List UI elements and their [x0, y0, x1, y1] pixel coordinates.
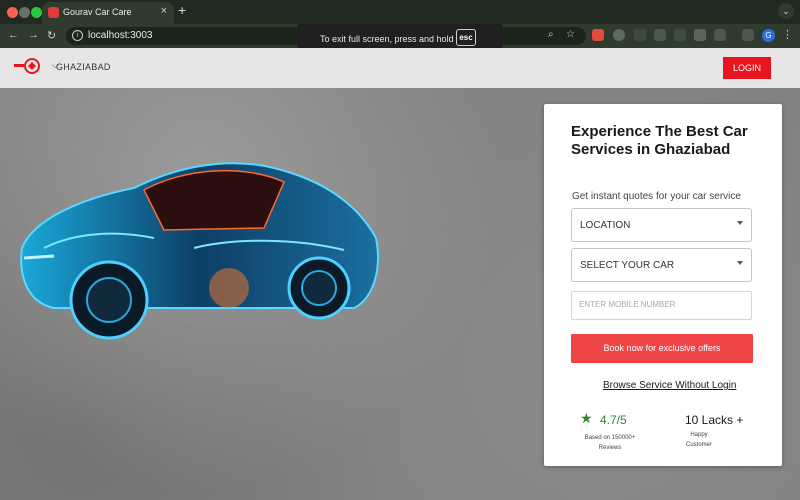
booking-title: Experience The Best Car Services in Ghaz… [571, 123, 748, 158]
browser-tab-bar: Gourav Car Care × + ⌄ [0, 0, 800, 24]
book-now-button[interactable]: Book now for exclusive offers [571, 334, 753, 363]
browse-without-login-link[interactable]: Browse Service Without Login [603, 380, 736, 391]
tab-search-button[interactable]: ⌄ [778, 3, 794, 19]
tab-title: Gourav Car Care [63, 7, 132, 17]
extension-icon[interactable] [634, 29, 646, 41]
close-window-button[interactable] [7, 7, 18, 18]
brand-logo-icon[interactable] [12, 56, 42, 76]
customers-caption: Happy Customer [685, 432, 712, 448]
url-text[interactable]: localhost:3003 [88, 30, 153, 41]
minimize-window-button[interactable] [19, 7, 30, 18]
car-select-label: SELECT YOUR CAR [580, 260, 675, 271]
browser-menu-icon[interactable]: ⋮ [782, 28, 793, 41]
esc-key-badge: esc [456, 29, 476, 46]
caret-down-icon [737, 221, 743, 225]
rating-caption: Based on 150000+ Reviews [584, 435, 636, 451]
puzzle-extensions-icon[interactable] [714, 29, 726, 41]
booking-subtitle: Get instant quotes for your car service [572, 191, 741, 202]
camera-extension-icon[interactable] [694, 29, 706, 41]
extension-icon[interactable] [654, 29, 666, 41]
location-select[interactable]: LOCATION [571, 208, 752, 242]
extension-icon[interactable] [592, 29, 604, 41]
caret-down-icon [737, 261, 743, 265]
site-header: ⌵ GHAZIABAD LOGIN [0, 48, 800, 88]
location-select-label: LOCATION [580, 220, 631, 231]
profile-avatar[interactable]: G [762, 29, 775, 42]
customers-count: 10 Lacks + [685, 413, 744, 427]
extension-icon[interactable] [613, 29, 625, 41]
forward-icon[interactable]: → [28, 29, 39, 41]
site-info-icon[interactable]: i [72, 30, 83, 41]
new-tab-button[interactable]: + [178, 2, 186, 18]
page: ⌵ GHAZIABAD LOGIN Experience The Best Ca… [0, 48, 800, 500]
car-select[interactable]: SELECT YOUR CAR [571, 248, 752, 282]
maximize-window-button[interactable] [31, 7, 42, 18]
site-favicon-icon [48, 7, 59, 18]
mobile-number-input[interactable] [579, 300, 744, 309]
hero-car-image [20, 162, 379, 340]
browser-tab[interactable]: Gourav Car Care × [42, 2, 174, 24]
tab-close-button[interactable]: × [161, 5, 167, 17]
bookmark-star-icon[interactable]: ☆ [566, 29, 575, 40]
star-icon: ★ [580, 410, 593, 426]
back-icon[interactable]: ← [8, 29, 19, 41]
login-button[interactable]: LOGIN [723, 57, 771, 79]
city-selector[interactable]: GHAZIABAD [56, 62, 111, 72]
reload-icon[interactable]: ↻ [47, 29, 56, 42]
download-icon[interactable] [742, 29, 754, 41]
zoom-icon[interactable]: ⌕ [548, 29, 554, 40]
fullscreen-notice-text: To exit full screen, press and hold [320, 34, 454, 44]
mobile-number-field[interactable] [571, 291, 752, 320]
extension-icon[interactable] [674, 29, 686, 41]
booking-card: Experience The Best Car Services in Ghaz… [544, 104, 782, 466]
rating-value: 4.7/5 [600, 413, 627, 427]
